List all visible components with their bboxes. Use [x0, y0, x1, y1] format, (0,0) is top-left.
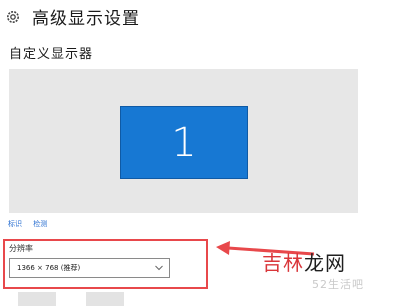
section-title: 自定义显示器 — [9, 47, 94, 62]
detect-link[interactable]: 检测 — [33, 220, 47, 228]
resolution-dropdown[interactable]: 1366 × 768 (推荐) — [9, 258, 170, 278]
watermark-sub: 52生活吧 — [312, 278, 364, 291]
gear-icon — [7, 10, 19, 23]
resolution-label: 分辨率 — [9, 244, 33, 253]
display-preview: 1 — [9, 69, 358, 213]
chevron-down-icon — [155, 265, 163, 271]
watermark-part1: 吉林 — [262, 251, 304, 275]
monitor-number: 1 — [171, 119, 197, 166]
resolution-value: 1366 × 768 (推荐) — [17, 264, 81, 272]
identify-link[interactable]: 标识 — [8, 220, 22, 228]
monitor-1[interactable]: 1 — [120, 106, 248, 179]
cancel-button[interactable] — [86, 292, 124, 306]
watermark: 吉林龙网 — [262, 247, 346, 276]
page-title: 高级显示设置 — [32, 9, 140, 29]
header: 高级显示设置 — [6, 4, 140, 29]
watermark-part2: 龙网 — [304, 251, 346, 275]
apply-button[interactable] — [18, 292, 56, 306]
preview-links: 标识 检测 — [8, 219, 56, 229]
